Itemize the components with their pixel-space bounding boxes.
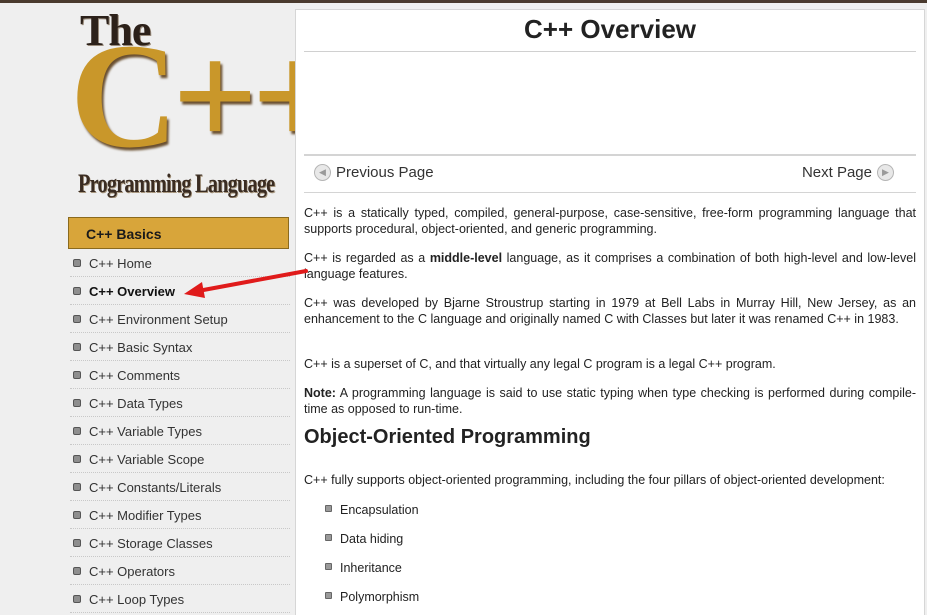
paragraph-history: C++ was developed by Bjarne Stroustrup s… (304, 296, 916, 326)
pager: ◀ Previous Page Next Page ▶ (304, 154, 916, 193)
sidebar-nav: C++ Home C++ Overview C++ Environment Se… (68, 249, 290, 613)
emphasis-middle-level: middle-level (429, 251, 503, 265)
paragraph-oop-intro: C++ fully supports object-oriented progr… (304, 473, 885, 487)
sidebar-item-label: C++ Data Types (89, 396, 183, 411)
bullet-icon (73, 259, 81, 267)
red-arrow-annotation-icon (184, 269, 308, 298)
sidebar-item-label: C++ Loop Types (89, 592, 185, 607)
sidebar-item-label: C++ Operators (89, 564, 175, 579)
page-title: C++ Overview (304, 14, 916, 52)
circle-left-arrow-icon: ◀ (314, 164, 331, 181)
bullet-icon (73, 315, 81, 323)
paragraph-superset: C++ is a superset of C, and that virtual… (304, 357, 776, 371)
next-page-link[interactable]: Next Page ▶ (802, 164, 894, 181)
list-item-label: Data hiding (340, 532, 404, 546)
bullet-icon (73, 427, 81, 435)
list-item-label: Polymorphism (340, 590, 420, 604)
sidebar-item-data-types[interactable]: C++ Data Types (70, 389, 290, 417)
list-item-label: Encapsulation (340, 503, 419, 517)
sidebar-item-label: C++ Overview (89, 284, 175, 299)
sidebar-item-label: C++ Comments (89, 368, 181, 383)
sidebar-item-constants-literals[interactable]: C++ Constants/Literals (70, 473, 290, 501)
bullet-icon (73, 455, 81, 463)
note-label: Note: (304, 386, 336, 400)
sidebar: The C++ Programming Language C++ Basics … (68, 3, 337, 613)
circle-right-arrow-icon: ▶ (877, 164, 894, 181)
bullet-icon (73, 539, 81, 547)
previous-page-label: Previous Page (336, 164, 434, 181)
sidebar-item-basic-syntax[interactable]: C++ Basic Syntax (70, 333, 290, 361)
list-item-label: Inheritance (340, 561, 402, 575)
list-item: Encapsulation (325, 502, 419, 531)
sidebar-item-storage-classes[interactable]: C++ Storage Classes (70, 529, 290, 557)
sidebar-item-label: C++ Variable Scope (89, 452, 205, 467)
bullet-icon (73, 287, 81, 295)
note-text: A programming language is said to use st… (304, 386, 916, 416)
sidebar-item-label: C++ Basic Syntax (89, 340, 193, 355)
sidebar-item-variable-types[interactable]: C++ Variable Types (70, 417, 290, 445)
bullet-icon (73, 567, 81, 575)
previous-page-link[interactable]: ◀ Previous Page (314, 164, 434, 181)
cpp-logo[interactable]: The C++ Programming Language (68, 3, 337, 215)
list-item: Data hiding (325, 531, 419, 560)
logo-cpp-text: C++ (70, 13, 337, 179)
list-item: Polymorphism (325, 589, 419, 615)
bullet-icon (325, 563, 332, 570)
sidebar-item-label: C++ Modifier Types (89, 508, 202, 523)
sidebar-item-label: C++ Environment Setup (89, 312, 228, 327)
bullet-icon (325, 505, 332, 512)
sidebar-item-variable-scope[interactable]: C++ Variable Scope (70, 445, 290, 473)
sidebar-item-label: C++ Storage Classes (89, 536, 213, 551)
next-page-label: Next Page (801, 164, 872, 181)
bullet-icon (325, 592, 332, 599)
sidebar-item-label: C++ Constants/Literals (89, 480, 222, 495)
sidebar-item-label: C++ Home (89, 256, 152, 271)
oop-pillars-list: Encapsulation Data hiding Inheritance Po… (325, 502, 419, 615)
bullet-icon (73, 511, 81, 519)
bullet-icon (73, 399, 81, 407)
main-content: C++ Overview ◀ Previous Page Next Page ▶… (295, 9, 925, 615)
bullet-icon (73, 343, 81, 351)
paragraph-intro: C++ is a statically typed, compiled, gen… (304, 206, 916, 236)
bullet-icon (73, 483, 81, 491)
sidebar-item-modifier-types[interactable]: C++ Modifier Types (70, 501, 290, 529)
paragraph-note: Note: A programming language is said to … (304, 385, 916, 417)
sidebar-item-label: C++ Variable Types (89, 424, 202, 439)
sidebar-item-operators[interactable]: C++ Operators (70, 557, 290, 585)
bullet-icon (73, 371, 81, 379)
section-heading-oop: Object-Oriented Programming (304, 426, 591, 448)
bullet-icon (73, 595, 81, 603)
sidebar-section-title: C++ Basics (68, 217, 289, 249)
bullet-icon (325, 534, 332, 541)
sidebar-item-environment-setup[interactable]: C++ Environment Setup (70, 305, 290, 333)
sidebar-item-comments[interactable]: C++ Comments (70, 361, 290, 389)
paragraph-text: C++ is regarded as a (304, 251, 430, 265)
paragraph-middle-level: C++ is regarded as a middle-level langua… (304, 250, 916, 282)
sidebar-item-loop-types[interactable]: C++ Loop Types (70, 585, 290, 613)
logo-subtitle-text: Programming Language (78, 169, 275, 198)
list-item: Inheritance (325, 560, 419, 589)
